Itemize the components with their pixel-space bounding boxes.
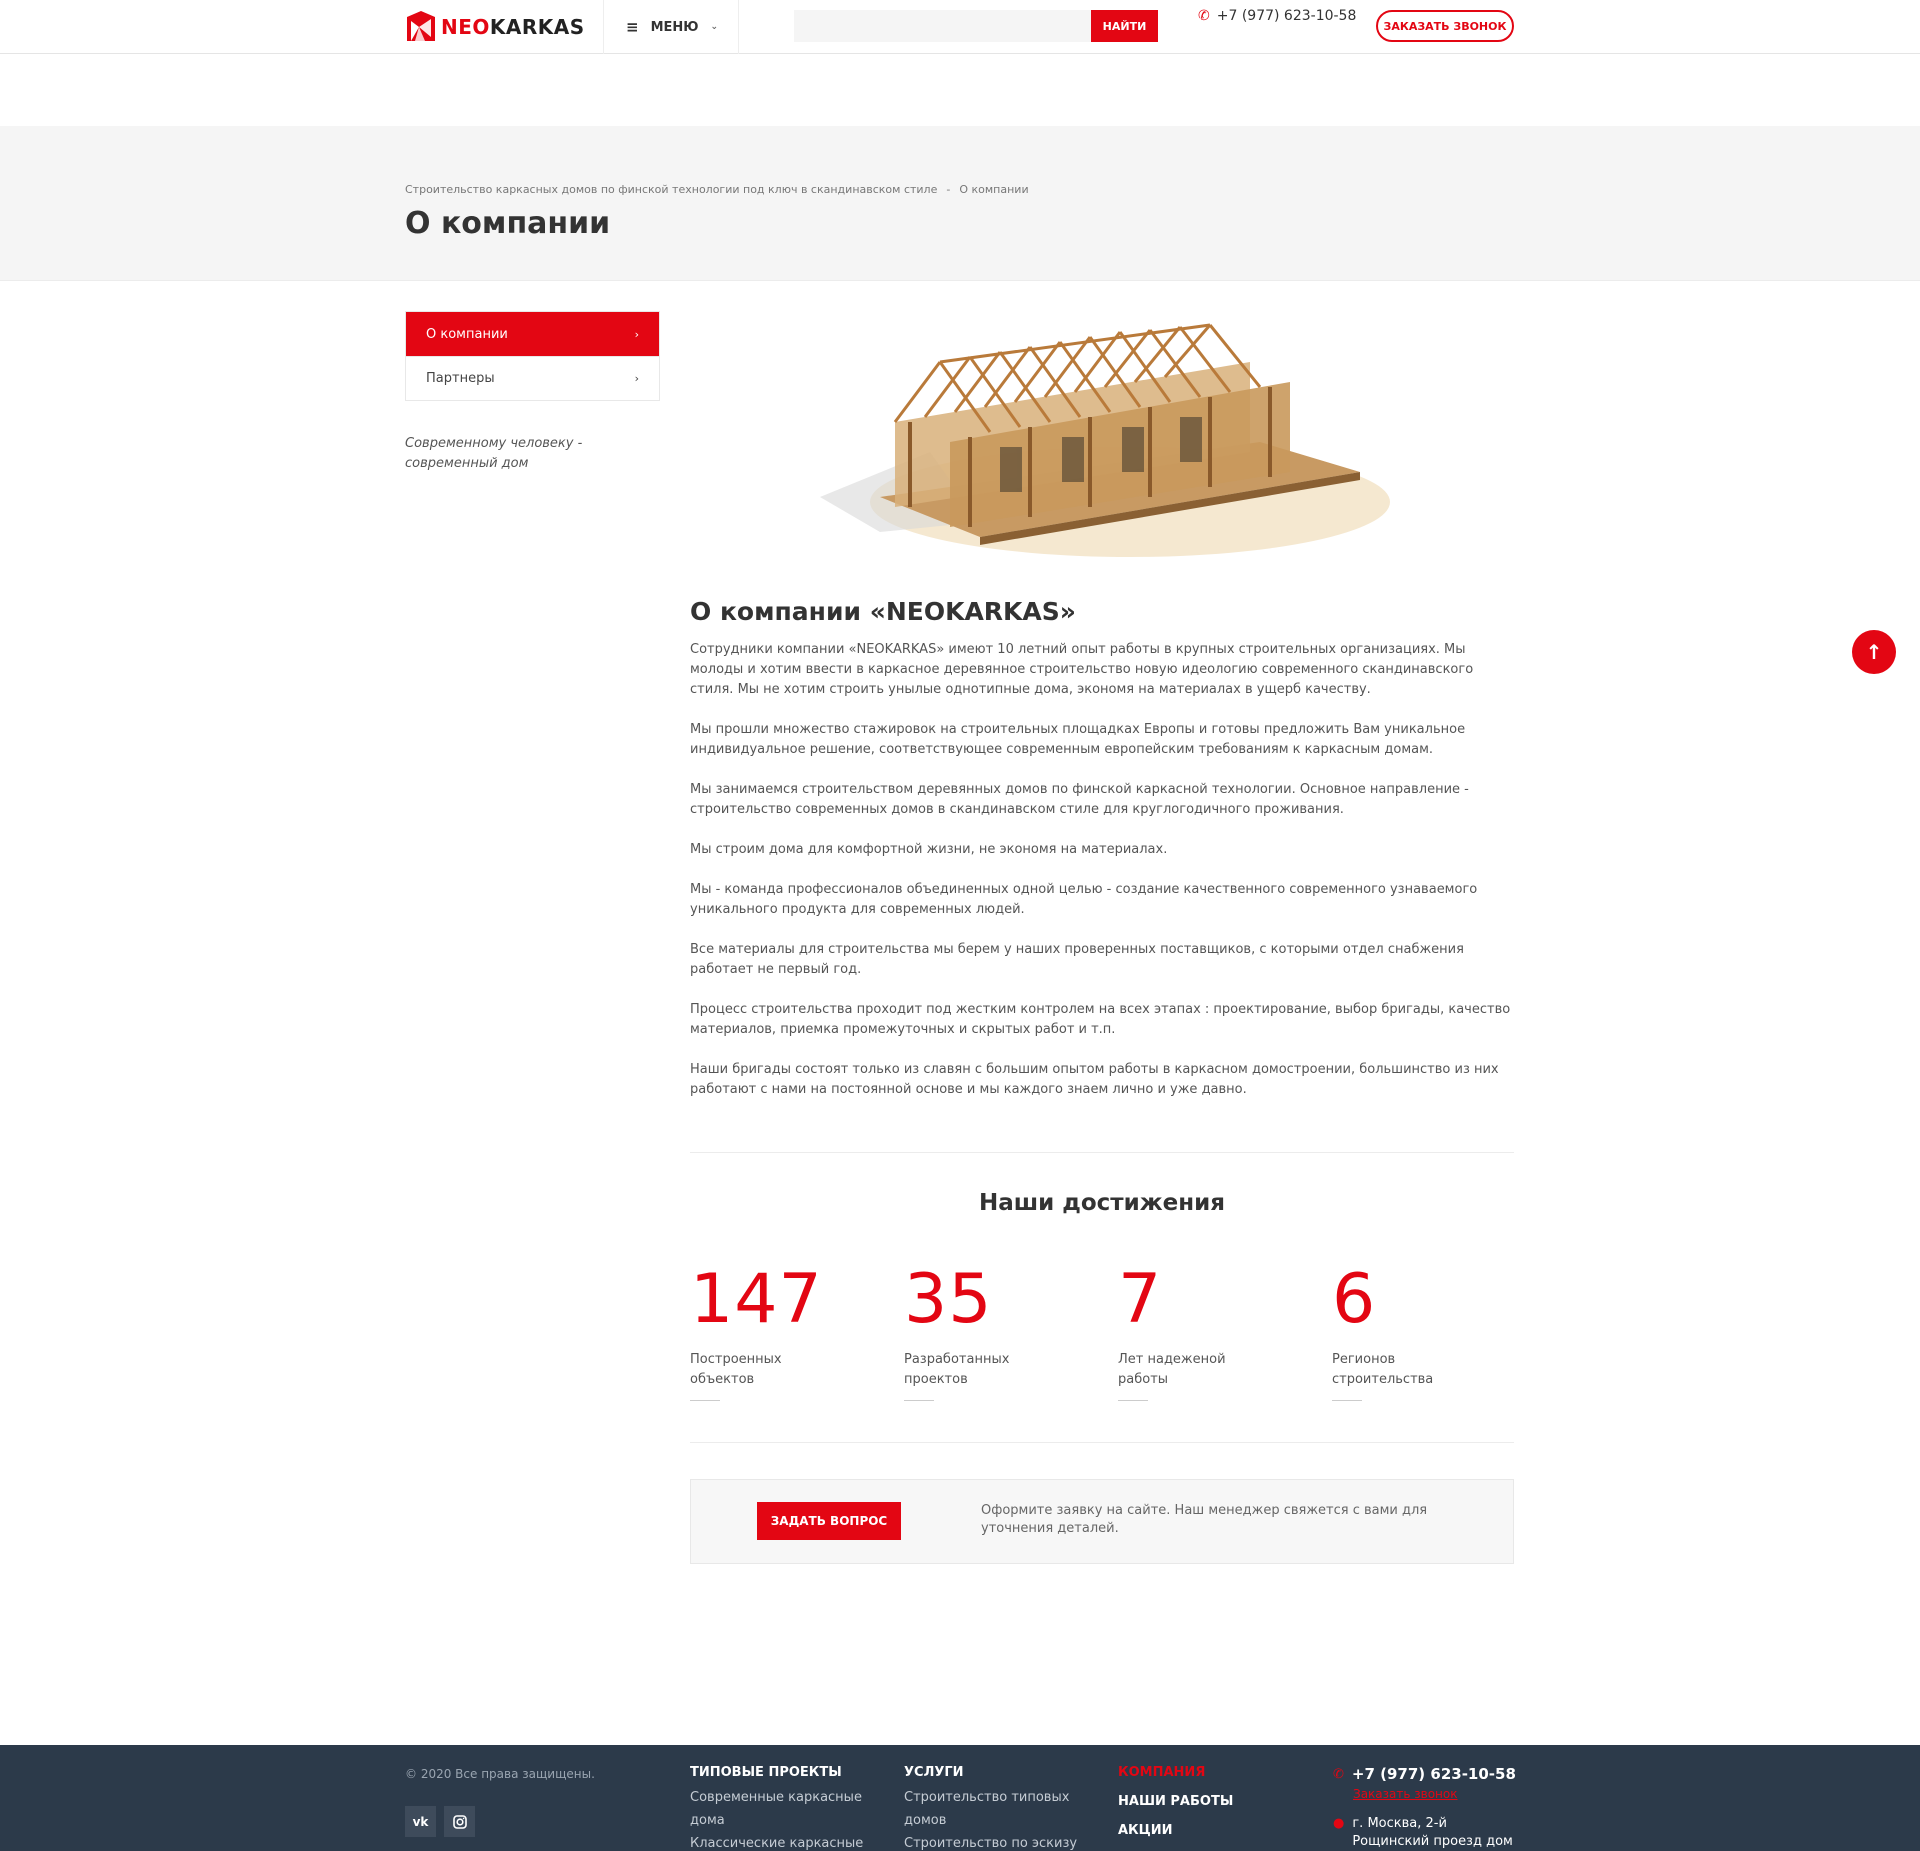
stat-label: Регионов строительства <box>1332 1352 1434 1387</box>
footer-col-head[interactable]: АКЦИИ <box>1118 1823 1298 1838</box>
stat-label: Лет надеженой работы <box>1118 1352 1226 1387</box>
footer-col-services: УСЛУГИ Строительство типовых домов Строи… <box>904 1765 1084 1851</box>
footer-address: ● г. Москва, 2-й Рощинский проезд дом 8,… <box>1333 1815 1523 1851</box>
footer-link[interactable]: Строительство по эскизу <box>904 1832 1084 1851</box>
instagram-glyph <box>452 1814 467 1829</box>
logo-text-karkas: KARKAS <box>489 15 585 39</box>
sidebar-item-label: О компании <box>426 326 508 342</box>
paragraph: Мы прошли множество стажировок на строит… <box>690 722 1466 757</box>
stat-underline <box>904 1400 934 1401</box>
chevron-right-icon: › <box>634 372 639 385</box>
paragraph: Мы строим дома для комфортной жизни, не … <box>690 842 1168 857</box>
breadcrumb-home-link[interactable]: Строительство каркасных домов по финской… <box>405 183 937 196</box>
ask-question-box: ЗАДАТЬ ВОПРОС Оформите заявку на сайте. … <box>690 1479 1514 1564</box>
stat-regions: 6 Регионов строительства <box>1332 1262 1532 1401</box>
footer-col-head[interactable]: НАШИ РАБОТЫ <box>1118 1794 1298 1809</box>
logo-text-neo: NEO <box>441 15 490 39</box>
phone-icon: ✆ <box>1198 8 1210 24</box>
stat-value: 35 <box>904 1260 993 1339</box>
chevron-right-icon: › <box>634 327 639 341</box>
search-button[interactable]: НАЙТИ <box>1091 10 1158 42</box>
paragraph: Мы - команда профессионалов объединенных… <box>690 882 1478 917</box>
vk-icon[interactable]: vk <box>405 1806 436 1837</box>
ask-question-button[interactable]: ЗАДАТЬ ВОПРОС <box>757 1502 901 1540</box>
paragraph: Мы занимаемся строительством деревянных … <box>690 782 1469 817</box>
ask-question-text: Оформите заявку на сайте. Наш менеджер с… <box>981 1503 1428 1536</box>
content-title: О компании «NEOKARKAS» <box>690 597 1076 626</box>
stat-label: Построенных объектов <box>690 1352 782 1387</box>
site-header: NEOKARKAS ≡ МЕНЮ ⌄ НАЙТИ ✆ +7 (977) 623-… <box>0 0 1920 54</box>
footer-phone[interactable]: ✆ +7 (977) 623-10-58 <box>1333 1765 1516 1783</box>
content-text: Сотрудники компании «NEOKARKAS» имеют 10… <box>690 640 1515 1120</box>
sidebar-menu: О компании › Партнеры › <box>405 311 660 401</box>
menu-label: МЕНЮ <box>650 19 699 35</box>
footer-col-company: КОМПАНИЯ НАШИ РАБОТЫ АКЦИИ <box>1118 1765 1298 1838</box>
stat-years: 7 Лет надеженой работы <box>1118 1262 1318 1401</box>
stat-value: 147 <box>690 1260 823 1339</box>
divider <box>690 1442 1514 1443</box>
achievements-title: Наши достижения <box>978 1190 1226 1216</box>
phone-icon: ✆ <box>1333 1766 1344 1782</box>
stat-label: Разработанных проектов <box>904 1352 1010 1387</box>
footer-link[interactable]: Классические каркасные <box>690 1832 870 1851</box>
stat-underline <box>690 1400 720 1401</box>
location-pin-icon: ● <box>1333 1816 1345 1831</box>
divider <box>690 1152 1514 1153</box>
footer-callback-link[interactable]: Заказать звонок <box>1353 1787 1458 1801</box>
footer-col-head[interactable]: УСЛУГИ <box>904 1765 1084 1780</box>
page-title: О компании <box>405 206 611 241</box>
paragraph: Все материалы для строительства мы берем… <box>690 942 1464 977</box>
chevron-down-icon: ⌄ <box>710 22 719 32</box>
stat-value: 6 <box>1332 1260 1377 1339</box>
stat-underline <box>1332 1400 1362 1401</box>
sidebar-item-about[interactable]: О компании › <box>406 312 659 356</box>
stat-projects: 35 Разработанных проектов <box>904 1262 1104 1401</box>
stat-underline <box>1118 1400 1148 1401</box>
sidebar-slogan: Современному человеку - современный дом <box>405 436 583 471</box>
paragraph: Процесс строительства проходит под жестк… <box>690 1002 1511 1037</box>
logo-text: NEOKARKAS <box>441 15 585 39</box>
footer-col-head[interactable]: КОМПАНИЯ <box>1118 1765 1298 1780</box>
menu-button[interactable]: ≡ МЕНЮ ⌄ <box>603 0 739 54</box>
arrow-up-icon: ↑ <box>1865 640 1883 664</box>
logo[interactable]: NEOKARKAS <box>405 10 585 44</box>
scroll-to-top-button[interactable]: ↑ <box>1852 630 1896 674</box>
house-frame-image <box>820 323 1390 557</box>
paragraph: Сотрудники компании «NEOKARKAS» имеют 10… <box>690 642 1474 697</box>
header-phone-number: +7 (977) 623-10-58 <box>1216 8 1357 24</box>
sidebar-item-partners[interactable]: Партнеры › <box>406 356 659 400</box>
footer-col-projects: ТИПОВЫЕ ПРОЕКТЫ Современные каркасные до… <box>690 1765 870 1851</box>
footer-phone-number: +7 (977) 623-10-58 <box>1351 1765 1516 1783</box>
hamburger-icon: ≡ <box>626 18 639 36</box>
sidebar-item-label: Партнеры <box>426 371 495 386</box>
footer-copyright: © 2020 Все права защищены. <box>405 1767 595 1781</box>
paragraph: Наши бригады состоят только из славян с … <box>690 1062 1499 1097</box>
stat-value: 7 <box>1118 1260 1163 1339</box>
instagram-icon[interactable] <box>444 1806 475 1837</box>
breadcrumb-current: О компании <box>959 183 1029 196</box>
breadcrumb: Строительство каркасных домов по финской… <box>405 183 1029 196</box>
footer-col-head[interactable]: ТИПОВЫЕ ПРОЕКТЫ <box>690 1765 870 1780</box>
page-title-band <box>0 126 1920 281</box>
breadcrumb-separator: - <box>946 183 951 196</box>
stat-built-objects: 147 Построенных объектов <box>690 1262 890 1401</box>
footer-address-text: г. Москва, 2-й Рощинский проезд дом 8, Б… <box>1352 1816 1513 1849</box>
footer-link[interactable]: Современные каркасные дома <box>690 1786 870 1832</box>
footer-link[interactable]: Строительство типовых домов <box>904 1786 1084 1832</box>
callback-button[interactable]: ЗАКАЗАТЬ ЗВОНОК <box>1376 10 1514 42</box>
logo-icon <box>407 11 435 41</box>
search-input[interactable] <box>794 10 1091 42</box>
header-phone[interactable]: ✆ +7 (977) 623-10-58 <box>1198 8 1356 24</box>
